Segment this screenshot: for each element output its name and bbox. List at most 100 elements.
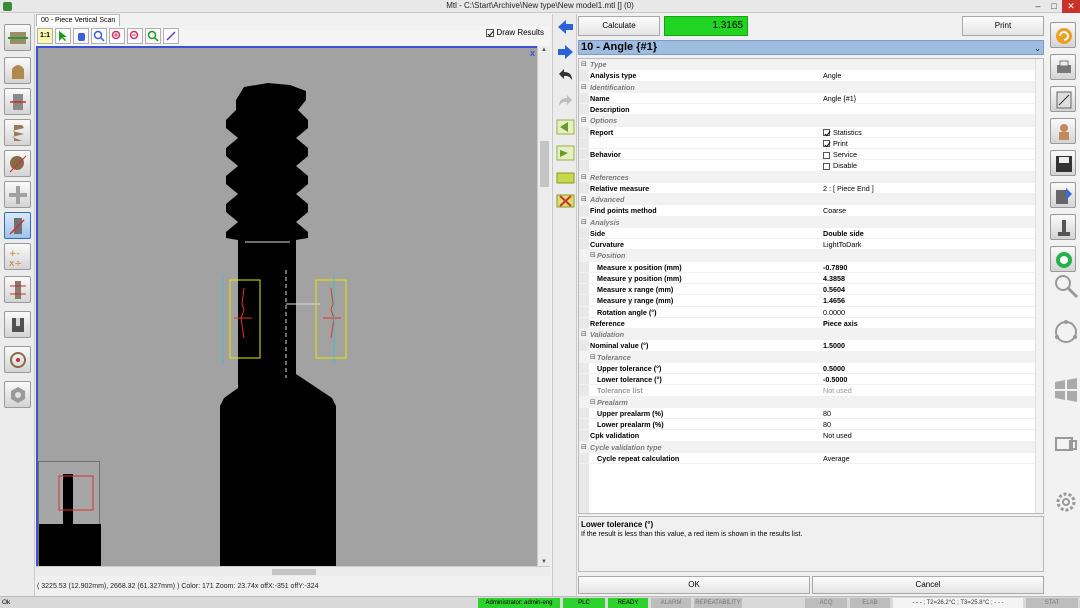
category-options[interactable]: ⊟ Options <box>579 115 1043 127</box>
draw-line-icon[interactable] <box>163 28 179 44</box>
property-grid[interactable]: ⊟ Type Analysis type Angle ⊟ Identification… <box>578 58 1044 514</box>
property-row[interactable]: Curvature LightToDark <box>579 239 1043 251</box>
measure-tool-cross-icon[interactable] <box>4 181 31 208</box>
measure-tool-formula-icon[interactable]: +- x÷ <box>4 243 31 270</box>
category-cycle-validation[interactable]: ⊟ Cycle validation type <box>579 441 1043 453</box>
collapse-icon[interactable]: ⊟ <box>581 217 587 228</box>
calculate-button[interactable]: Calculate <box>578 16 660 36</box>
disable-checkbox[interactable] <box>823 162 830 170</box>
measure-tool-step-icon[interactable] <box>4 276 31 303</box>
zoom-out-icon[interactable] <box>127 28 143 44</box>
property-row[interactable]: Measure y range (mm) 1.4656 <box>579 295 1043 307</box>
property-row[interactable]: Description <box>579 104 1043 116</box>
collapse-icon[interactable]: ⊟ <box>581 442 587 453</box>
measure-tool-angle-icon[interactable] <box>4 212 31 239</box>
chevron-down-icon[interactable]: ⌄ <box>1034 42 1041 55</box>
category-type[interactable]: ⊟ Type <box>579 59 1043 71</box>
category-advanced[interactable]: ⊟ Advanced <box>579 194 1043 206</box>
network-icon[interactable] <box>1050 316 1077 343</box>
gear-icon[interactable] <box>1050 486 1076 512</box>
pointer-icon[interactable] <box>55 28 71 44</box>
collapse-icon[interactable]: ⊟ <box>590 397 596 408</box>
print-button[interactable]: Print <box>962 16 1044 36</box>
property-row[interactable]: Find points method Coarse <box>579 205 1043 217</box>
property-row[interactable]: Cpk validation Not used <box>579 430 1043 442</box>
calibration-icon[interactable] <box>1050 86 1076 112</box>
arrow-left-blue-icon[interactable] <box>556 18 575 36</box>
property-row[interactable]: Measure x range (mm) 0.5604 <box>579 284 1043 296</box>
property-row[interactable]: Upper prealarm (%) 80 <box>579 408 1043 419</box>
lab-icon[interactable] <box>1050 214 1076 240</box>
collapse-icon[interactable]: ⊟ <box>590 250 596 261</box>
viewport-close-icon[interactable]: x <box>530 48 535 58</box>
redo-icon[interactable] <box>556 92 575 110</box>
measure-selector[interactable]: 10 - Angle {#1} ⌄ <box>578 40 1044 55</box>
collapse-icon[interactable]: ⊟ <box>590 352 596 363</box>
property-row[interactable]: Lower tolerance (°) -0.5000 <box>579 374 1043 386</box>
save-icon[interactable] <box>1050 150 1076 176</box>
windows-icon[interactable] <box>1050 374 1077 402</box>
measure-tool-nut-icon[interactable] <box>4 381 31 408</box>
print-checkbox[interactable] <box>823 140 830 148</box>
property-row[interactable]: Behavior Service <box>579 149 1043 161</box>
ok-button[interactable]: OK <box>578 576 810 594</box>
category-prealarm[interactable]: ⊟ Prealarm <box>579 396 1043 408</box>
devices-icon[interactable] <box>1050 428 1077 454</box>
property-row[interactable]: Measure x position (mm) -0.7890 <box>579 262 1043 273</box>
move-down-icon[interactable] <box>556 144 575 162</box>
property-row[interactable]: Upper tolerance (°) 0.5000 <box>579 363 1043 374</box>
property-row[interactable]: Report Statistics <box>579 127 1043 138</box>
draw-results-check-icon[interactable] <box>486 28 495 37</box>
maximize-button[interactable]: □ <box>1046 0 1062 13</box>
export-icon[interactable] <box>1050 182 1076 208</box>
category-tolerance[interactable]: ⊟ Tolerance <box>579 351 1043 363</box>
collapse-icon[interactable]: ⊟ <box>581 194 587 205</box>
zoom-icon[interactable] <box>91 28 107 44</box>
category-validation[interactable]: ⊟ Validation <box>579 329 1043 341</box>
image-vertical-scrollbar[interactable]: ▲ ▼ <box>537 46 550 566</box>
undo-icon[interactable] <box>556 66 575 84</box>
measure-tool-width-icon[interactable] <box>4 24 31 51</box>
statistics-checkbox[interactable] <box>823 129 830 137</box>
minimize-button[interactable]: – <box>1030 0 1046 13</box>
measure-tool-diameter-icon[interactable] <box>4 150 31 177</box>
zoom-fit-icon[interactable] <box>145 28 161 44</box>
pan-hand-icon[interactable] <box>73 28 89 44</box>
property-row[interactable]: Measure y position (mm) 4.3858 <box>579 273 1043 284</box>
collapse-icon[interactable]: ⊟ <box>581 172 587 183</box>
printer-icon[interactable] <box>1050 54 1076 80</box>
property-row[interactable]: Disable <box>579 160 1043 172</box>
copy-measure-icon[interactable] <box>556 169 575 187</box>
category-references[interactable]: ⊟ References <box>579 171 1043 183</box>
collapse-icon[interactable]: ⊟ <box>581 82 587 93</box>
scroll-thumb[interactable] <box>540 141 549 187</box>
measure-tool-thread-icon[interactable] <box>4 119 31 146</box>
property-row[interactable]: Lower prealarm (%) 80 <box>579 419 1043 431</box>
zoom-in-icon[interactable] <box>109 28 125 44</box>
property-row[interactable]: Side Double side <box>579 228 1043 239</box>
measure-tool-gap-icon[interactable] <box>4 311 31 338</box>
close-button[interactable]: ✕ <box>1062 0 1080 13</box>
collapse-icon[interactable]: ⊟ <box>581 329 587 340</box>
property-row[interactable]: Nominal value (°) 1.5000 <box>579 340 1043 352</box>
category-analysis[interactable]: ⊟ Analysis <box>579 216 1043 228</box>
measure-tool-profile-icon[interactable] <box>4 57 31 84</box>
measure-tool-edge-icon[interactable] <box>4 88 31 115</box>
property-row[interactable]: Tolerance list Not used <box>579 385 1043 397</box>
collapse-icon[interactable]: ⊟ <box>581 115 587 126</box>
zoom-1to1-button[interactable]: 1:1 <box>37 28 53 44</box>
image-horizontal-scrollbar[interactable] <box>36 566 550 576</box>
arrow-right-blue-icon[interactable] <box>556 43 575 61</box>
camera-settings-icon[interactable] <box>1050 246 1076 272</box>
category-position[interactable]: ⊟ Position <box>579 250 1043 262</box>
measure-tool-circle-icon[interactable] <box>4 346 31 373</box>
refresh-icon[interactable] <box>1050 22 1076 48</box>
tab-piece-vertical-scan[interactable]: 00 - Piece Vertical Scan <box>36 14 121 26</box>
search-key-icon[interactable] <box>1050 270 1079 299</box>
category-identification[interactable]: ⊟ Identification <box>579 81 1043 93</box>
image-viewport[interactable]: x <box>36 46 537 566</box>
property-row[interactable]: Rotation angle (°) 0.0000 <box>579 307 1043 318</box>
move-up-icon[interactable] <box>556 118 575 136</box>
minimap[interactable] <box>38 461 101 566</box>
scroll-down-icon[interactable]: ▼ <box>541 559 547 565</box>
